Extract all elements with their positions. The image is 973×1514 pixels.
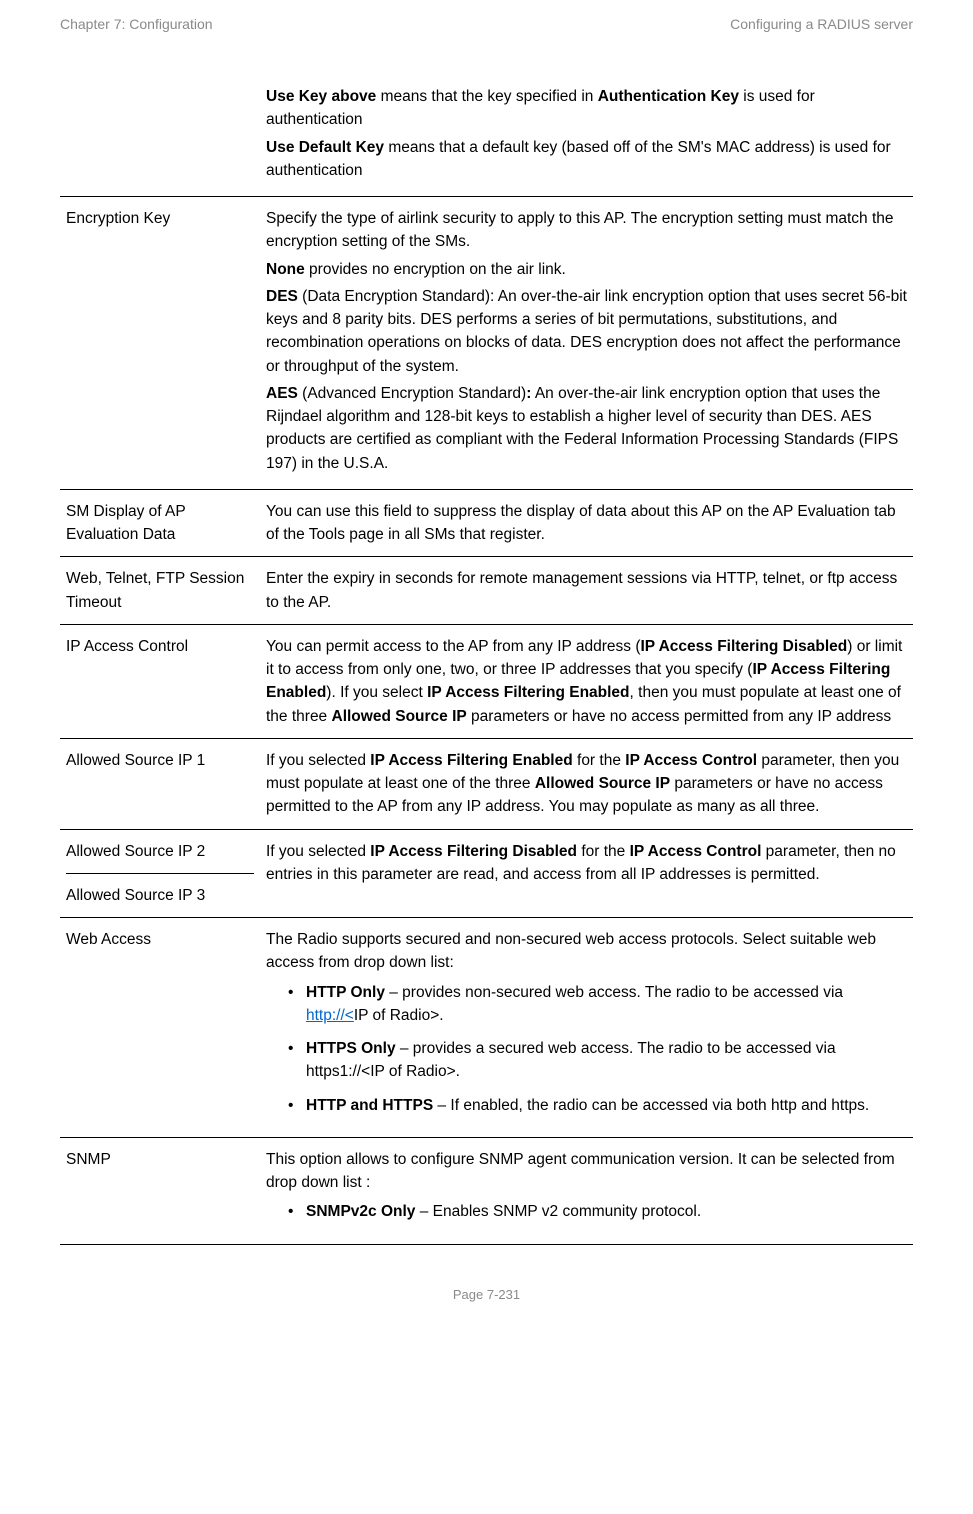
text: (Advanced Encryption Standard) bbox=[298, 385, 526, 402]
bold-text: AES bbox=[266, 385, 298, 402]
table-row: Allowed Source IP 2 Allowed Source IP 3 … bbox=[60, 829, 913, 918]
text: The Radio supports secured and non-secur… bbox=[266, 928, 907, 975]
bullet-list: HTTP Only – provides non-secured web acc… bbox=[266, 981, 907, 1117]
bold-text: Use Key above bbox=[266, 88, 376, 105]
attr-label: Allowed Source IP 2 bbox=[66, 840, 254, 874]
bold-text: Allowed Source IP bbox=[535, 775, 670, 792]
table-row: SM Display of AP Evaluation Data You can… bbox=[60, 489, 913, 557]
attr-cell: SNMP bbox=[60, 1137, 260, 1244]
attr-cell: Allowed Source IP 1 bbox=[60, 738, 260, 829]
bullet-list: SNMPv2c Only – Enables SNMP v2 community… bbox=[266, 1200, 907, 1223]
bold-text: HTTPS Only bbox=[306, 1040, 396, 1057]
page-footer: Page 7-231 bbox=[60, 1285, 913, 1305]
list-item: HTTP Only – provides non-secured web acc… bbox=[288, 981, 907, 1028]
bold-text: IP Access Filtering Disabled bbox=[370, 843, 577, 860]
attr-cell-empty bbox=[60, 75, 260, 197]
table-row: Encryption Key Specify the type of airli… bbox=[60, 197, 913, 490]
bold-text: IP Access Filtering Enabled bbox=[427, 684, 629, 701]
text: – Enables SNMP v2 community protocol. bbox=[415, 1203, 701, 1220]
attr-cell: Encryption Key bbox=[60, 197, 260, 490]
table-row: SNMP This option allows to configure SNM… bbox=[60, 1137, 913, 1244]
bold-text: HTTP and HTTPS bbox=[306, 1097, 433, 1114]
desc-cell: You can use this field to suppress the d… bbox=[260, 489, 913, 557]
desc-cell: If you selected IP Access Filtering Disa… bbox=[260, 829, 913, 918]
desc-cell: If you selected IP Access Filtering Enab… bbox=[260, 738, 913, 829]
text: You can permit access to the AP from any… bbox=[266, 638, 641, 655]
attr-cell: Web, Telnet, FTP Session Timeout bbox=[60, 557, 260, 625]
hyperlink[interactable]: http://< bbox=[306, 1007, 354, 1024]
list-item: SNMPv2c Only – Enables SNMP v2 community… bbox=[288, 1200, 907, 1223]
bold-text: HTTP Only bbox=[306, 984, 385, 1001]
text: If you selected bbox=[266, 752, 370, 769]
text: means that the key specified in bbox=[376, 88, 597, 105]
bold-text: Authentication Key bbox=[598, 88, 739, 105]
attr-label: Allowed Source IP 3 bbox=[66, 884, 254, 907]
desc-cell: Use Key above means that the key specifi… bbox=[260, 75, 913, 197]
text: ). If you select bbox=[326, 684, 427, 701]
table-row: Web, Telnet, FTP Session Timeout Enter t… bbox=[60, 557, 913, 625]
page-header: Chapter 7: Configuration Configuring a R… bbox=[60, 14, 913, 35]
desc-cell: This option allows to configure SNMP age… bbox=[260, 1137, 913, 1244]
text: – provides non-secured web access. The r… bbox=[385, 984, 843, 1001]
bold-text: IP Access Control bbox=[630, 843, 762, 860]
desc-cell: You can permit access to the AP from any… bbox=[260, 624, 913, 738]
table-row: Allowed Source IP 1 If you selected IP A… bbox=[60, 738, 913, 829]
table-row: Use Key above means that the key specifi… bbox=[60, 75, 913, 197]
header-left: Chapter 7: Configuration bbox=[60, 14, 213, 35]
text: IP of Radio>. bbox=[354, 1007, 444, 1024]
header-right: Configuring a RADIUS server bbox=[730, 14, 913, 35]
attr-cell-split: Allowed Source IP 2 Allowed Source IP 3 bbox=[60, 829, 260, 918]
bold-text: DES bbox=[266, 288, 298, 305]
attr-cell: SM Display of AP Evaluation Data bbox=[60, 489, 260, 557]
config-table: Use Key above means that the key specifi… bbox=[60, 75, 913, 1245]
list-item: HTTP and HTTPS – If enabled, the radio c… bbox=[288, 1094, 907, 1117]
text: (Data Encryption Standard): An over-the-… bbox=[266, 288, 907, 375]
desc-cell: Enter the expiry in seconds for remote m… bbox=[260, 557, 913, 625]
text: parameters or have no access permitted f… bbox=[467, 708, 891, 725]
text: If you selected bbox=[266, 843, 370, 860]
bold-text: None bbox=[266, 261, 305, 278]
text: – If enabled, the radio can be accessed … bbox=[433, 1097, 869, 1114]
desc-cell: Specify the type of airlink security to … bbox=[260, 197, 913, 490]
text: provides no encryption on the air link. bbox=[305, 261, 566, 278]
attr-cell: IP Access Control bbox=[60, 624, 260, 738]
bold-text: Use Default Key bbox=[266, 139, 384, 156]
text: for the bbox=[573, 752, 626, 769]
bold-text: SNMPv2c Only bbox=[306, 1203, 415, 1220]
table-row: Web Access The Radio supports secured an… bbox=[60, 918, 913, 1138]
bold-text: IP Access Control bbox=[625, 752, 757, 769]
desc-cell: The Radio supports secured and non-secur… bbox=[260, 918, 913, 1138]
table-row: IP Access Control You can permit access … bbox=[60, 624, 913, 738]
bold-text: IP Access Filtering Disabled bbox=[641, 638, 848, 655]
text: Specify the type of airlink security to … bbox=[266, 207, 907, 254]
attr-cell: Web Access bbox=[60, 918, 260, 1138]
text: This option allows to configure SNMP age… bbox=[266, 1148, 907, 1195]
text: for the bbox=[577, 843, 630, 860]
list-item: HTTPS Only – provides a secured web acce… bbox=[288, 1037, 907, 1084]
bold-text: IP Access Filtering Enabled bbox=[370, 752, 572, 769]
bold-text: Allowed Source IP bbox=[332, 708, 467, 725]
